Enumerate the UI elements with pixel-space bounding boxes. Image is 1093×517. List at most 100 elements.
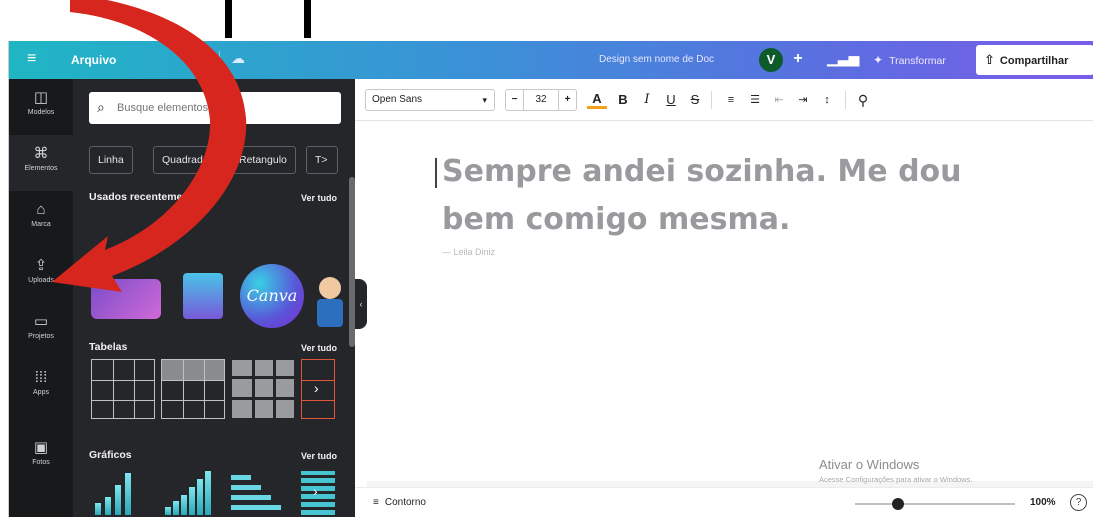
see-all-tables[interactable]: Ver tudo [301, 343, 337, 353]
font-size-value[interactable]: 32 [524, 90, 558, 110]
character-head [319, 277, 341, 299]
elements-panel: ⌕ Linha Quadrado Retangulo T> Usados rec… [73, 79, 355, 517]
photo-icon: ▣ [33, 439, 49, 456]
brand-icon: ⌂ [36, 201, 46, 218]
left-rail: ◫ Modelos ⌘ Elementos ⌂ Marca ⇪ Uploads … [9, 79, 73, 517]
rail-label: Fotos [32, 459, 50, 466]
help-icon[interactable]: ? [1070, 494, 1087, 511]
chevron-right-icon[interactable]: › [314, 380, 319, 396]
rail-label: Marca [31, 221, 51, 228]
rail-item-modelos[interactable]: ◫ Modelos [9, 79, 73, 135]
rail-label: Apps [33, 389, 49, 396]
share-icon: ⇧ [984, 52, 995, 67]
chip-retangulo[interactable]: Retangulo [230, 146, 296, 174]
chevron-right-icon[interactable]: › [313, 483, 318, 499]
chip-more[interactable]: T> [306, 146, 338, 174]
see-all-recent[interactable]: Ver tudo [301, 193, 337, 203]
add-collaborator-button[interactable]: + [787, 47, 809, 71]
avatar[interactable]: V [759, 48, 783, 72]
recent-item-character[interactable] [311, 259, 351, 329]
quote-text[interactable]: Sempre andei sozinha. Me dou bem comigo … [442, 148, 1002, 244]
document-title[interactable]: Design sem nome de Doc [599, 54, 714, 65]
quote-author[interactable]: — Leila Diniz [442, 247, 495, 257]
quote-line-1: Sempre andei sozinha. Me dou [442, 154, 962, 189]
chevron-down-icon: ▾ [482, 95, 487, 105]
italic-icon[interactable]: I [637, 89, 657, 111]
divider [845, 91, 846, 109]
rail-item-elementos[interactable]: ⌘ Elementos [9, 135, 73, 191]
bold-icon[interactable]: B [613, 89, 633, 111]
table-template[interactable] [231, 359, 295, 419]
chip-linha[interactable]: Linha [89, 146, 133, 174]
upload-icon: ⇪ [34, 257, 48, 274]
rail-item-apps[interactable]: ⁞⁞⁞ Apps [9, 359, 73, 415]
rail-item-marca[interactable]: ⌂ Marca [9, 191, 73, 247]
design-canvas[interactable]: Sempre andei sozinha. Me dou bem comigo … [367, 121, 1093, 481]
decrease-size-button[interactable]: − [506, 90, 524, 110]
windows-watermark-title: Ativar o Windows [819, 457, 920, 472]
undo-icon[interactable]: ↶ [195, 50, 207, 67]
divider [711, 91, 712, 109]
underline-icon[interactable]: U [661, 89, 681, 111]
layout-icon: ◫ [33, 89, 49, 106]
outline-button[interactable]: ≡ Contorno [373, 497, 426, 508]
chart-template-bars-2[interactable] [161, 471, 225, 515]
transform-button[interactable]: ✦ Transformar [865, 48, 954, 72]
line-spacing-icon[interactable]: ↕ [817, 89, 837, 111]
divider [219, 51, 220, 69]
table-template[interactable] [161, 359, 225, 419]
table-template[interactable]: › [301, 359, 335, 419]
font-size-stepper[interactable]: − 32 + [505, 89, 577, 111]
partial-glyph [304, 0, 311, 38]
search-input[interactable] [117, 99, 327, 117]
rail-item-uploads[interactable]: ⇪ Uploads [9, 247, 73, 303]
tables-title: Tabelas [89, 341, 128, 353]
recent-item-people[interactable] [173, 259, 233, 329]
rail-label: Projetos [28, 333, 54, 340]
paint-format-icon[interactable]: ⚲ [853, 89, 873, 111]
text-toolbar: Open Sans ▾ − 32 + A B I U S ≡ ☰ ⇤ ⇥ ↕ ⚲ [355, 79, 1093, 121]
increase-size-button[interactable]: + [558, 90, 576, 110]
collapse-panel-button[interactable]: ‹ [355, 279, 367, 329]
chart-template-stacked[interactable]: › [301, 471, 335, 515]
hamburger-icon[interactable]: ≡ [27, 51, 43, 67]
list-icon[interactable]: ☰ [745, 89, 765, 111]
indent-icon[interactable]: ⇥ [793, 89, 813, 111]
cloud-saved-icon[interactable]: ☁ [231, 50, 245, 67]
canva-logo[interactable]: Canva [240, 264, 304, 328]
sparkle-icon: ✦ [873, 53, 884, 67]
windows-watermark-text: Acesse Configurações para ativar o Windo… [819, 475, 973, 484]
analytics-icon[interactable]: ▁▃▅ [827, 50, 859, 67]
zoom-slider-handle[interactable] [892, 498, 904, 510]
rail-item-projetos[interactable]: ▭ Projetos [9, 303, 73, 359]
partial-glyph [225, 0, 232, 38]
character-body [317, 299, 343, 327]
align-icon[interactable]: ≡ [721, 89, 741, 111]
share-button[interactable]: ⇧ Compartilhar [976, 45, 1093, 75]
font-select[interactable]: Open Sans ▾ [365, 89, 495, 111]
zoom-slider[interactable] [855, 503, 1015, 505]
chart-template-horizontal[interactable] [231, 471, 295, 515]
top-strip [0, 0, 1093, 40]
shapes-icon: ⌘ [33, 145, 49, 162]
outdent-icon[interactable]: ⇤ [769, 89, 789, 111]
share-label: Compartilhar [999, 55, 1069, 67]
text-color-icon[interactable]: A [587, 89, 607, 109]
screenshot: ≡ Arquivo ↶ ☁ Design sem nome de Doc V +… [0, 0, 1093, 517]
table-template[interactable] [91, 359, 155, 419]
editor-footer: ≡ Contorno 100% ? [355, 487, 1093, 517]
recent-title: Usados recentemente [89, 191, 199, 203]
search-icon: ⌕ [97, 99, 105, 115]
illustration-shape [91, 279, 161, 319]
chip-quadrado[interactable]: Quadrado [153, 146, 218, 174]
font-name: Open Sans [372, 94, 423, 105]
strikethrough-icon[interactable]: S [685, 89, 705, 111]
recent-item-illustration[interactable] [91, 259, 171, 329]
apps-grid-icon: ⁞⁞⁞ [34, 369, 48, 386]
rail-item-fotos[interactable]: ▣ Fotos [9, 429, 73, 485]
search-box[interactable]: ⌕ [89, 92, 341, 124]
see-all-graphs[interactable]: Ver tudo [301, 451, 337, 461]
file-menu[interactable]: Arquivo [71, 53, 116, 67]
chart-template-bars[interactable] [91, 471, 155, 515]
zoom-level[interactable]: 100% [1030, 497, 1056, 508]
